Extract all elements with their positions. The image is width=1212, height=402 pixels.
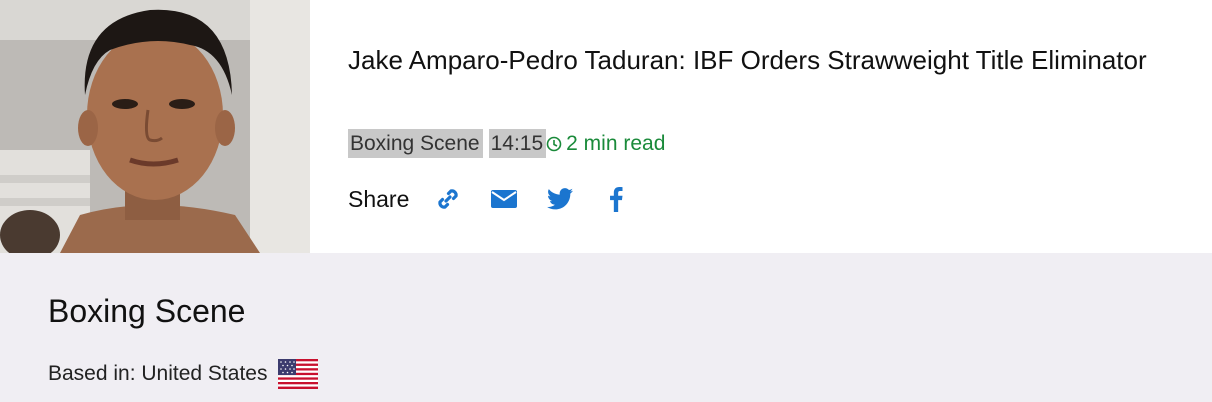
article-info: Jake Amparo-Pedro Taduran: IBF Orders St… (348, 42, 1168, 78)
boxer-photo (0, 0, 310, 253)
email-share-button[interactable] (487, 184, 521, 214)
based-in-label: Based in: United States (48, 362, 268, 385)
article-title[interactable]: Jake Amparo-Pedro Taduran: IBF Orders St… (348, 42, 1168, 78)
source-tag[interactable]: Boxing Scene (348, 129, 483, 158)
facebook-share-button[interactable] (599, 184, 633, 214)
share-bar: Share (348, 184, 655, 214)
twitter-share-button[interactable] (543, 184, 577, 214)
article-header: Jake Amparo-Pedro Taduran: IBF Orders St… (0, 0, 1212, 253)
source-location: Based in: United States (48, 359, 319, 389)
read-time-label: 2 min read (566, 131, 666, 155)
article-thumbnail[interactable] (0, 0, 310, 253)
copy-link-button[interactable] (431, 184, 465, 214)
facebook-icon (610, 186, 623, 212)
envelope-icon (491, 190, 518, 208)
read-time: 2 min read (546, 132, 665, 156)
clock-icon (546, 136, 562, 151)
link-icon (438, 189, 459, 209)
publish-time: 14:15 (488, 129, 547, 158)
twitter-icon (547, 188, 574, 210)
share-label: Share (348, 185, 410, 212)
article-meta: Boxing Scene 14:15 2 min read (348, 129, 665, 158)
source-name[interactable]: Boxing Scene (48, 293, 245, 330)
source-panel: Boxing Scene Based in: United States (0, 253, 1212, 402)
us-flag-icon (278, 359, 319, 389)
